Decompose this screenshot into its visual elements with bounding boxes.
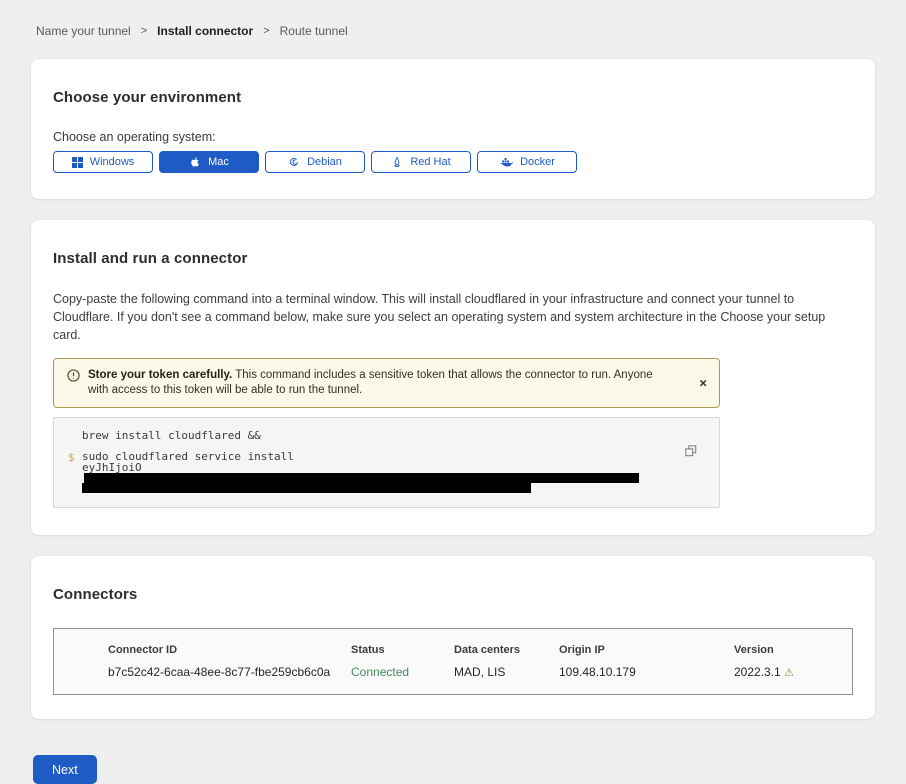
os-button-label: Red Hat [410,156,450,168]
os-button-label: Docker [520,156,555,168]
token-warning-text: Store your token carefully. This command… [88,368,658,398]
next-button[interactable]: Next [33,755,97,784]
code-gutter [68,430,82,441]
install-description: Copy-paste the following command into a … [53,290,853,344]
install-command-code-block[interactable]: brew install cloudflared && $ sudo cloud… [53,417,720,508]
install-card-title: Install and run a connector [53,250,853,267]
column-header-data-centers: Data centers [454,644,559,656]
close-icon[interactable]: × [699,377,707,390]
os-button-label: Mac [208,156,229,168]
os-button-redhat[interactable]: Red Hat [371,151,471,173]
connectors-table: Connector ID Status Data centers Origin … [53,628,853,695]
breadcrumb-separator: > [141,25,147,37]
windows-icon [72,157,83,168]
connectors-table-header: Connector ID Status Data centers Origin … [108,644,852,656]
table-row: b7c52c42-6caa-48ee-8c77-fbe259cb6c0a Con… [108,665,852,679]
environment-card: Choose your environment Choose an operat… [31,59,875,199]
os-button-docker[interactable]: Docker [477,151,577,173]
os-button-windows[interactable]: Windows [53,151,153,173]
breadcrumb-name-your-tunnel[interactable]: Name your tunnel [36,24,131,38]
copy-icon[interactable] [685,445,697,460]
shell-prompt: $ [68,451,82,493]
status-badge: Connected [351,665,454,679]
breadcrumb-route-tunnel[interactable]: Route tunnel [280,24,348,38]
os-button-label: Windows [90,156,135,168]
redacted-token-bar [82,483,531,493]
docker-icon [499,156,513,168]
os-button-debian[interactable]: Debian [265,151,365,173]
origin-ip-value: 109.48.10.179 [559,665,734,679]
debian-icon [288,156,300,168]
version-value: 2022.3.1 ⚠ [734,665,844,679]
token-warning-title: Store your token carefully. [88,369,232,381]
redacted-token-bar [84,473,639,483]
environment-card-title: Choose your environment [53,89,853,106]
column-header-status: Status [351,644,454,656]
apple-icon [189,156,201,168]
connector-id-value: b7c52c42-6caa-48ee-8c77-fbe259cb6c0a [108,665,351,679]
os-select-label: Choose an operating system: [53,130,853,144]
alert-circle-icon [67,369,80,387]
install-connector-card: Install and run a connector Copy-paste t… [31,220,875,535]
token-warning-banner: Store your token carefully. This command… [53,358,720,408]
os-button-group: Windows Mac Debian [53,151,853,173]
column-header-version: Version [734,644,844,656]
column-header-origin-ip: Origin IP [559,644,734,656]
breadcrumb-install-connector[interactable]: Install connector [157,24,253,38]
connectors-card-title: Connectors [53,586,853,603]
warning-triangle-icon: ⚠ [784,667,794,679]
os-button-label: Debian [307,156,342,168]
redhat-icon [391,156,403,168]
connectors-card: Connectors Connector ID Status Data cent… [31,556,875,719]
breadcrumb-separator: > [263,25,269,37]
column-header-connector-id: Connector ID [108,644,351,656]
os-button-mac[interactable]: Mac [159,151,259,173]
data-centers-value: MAD, LIS [454,665,559,679]
breadcrumb: Name your tunnel > Install connector > R… [0,0,906,38]
code-line-1: brew install cloudflared && [82,430,261,441]
